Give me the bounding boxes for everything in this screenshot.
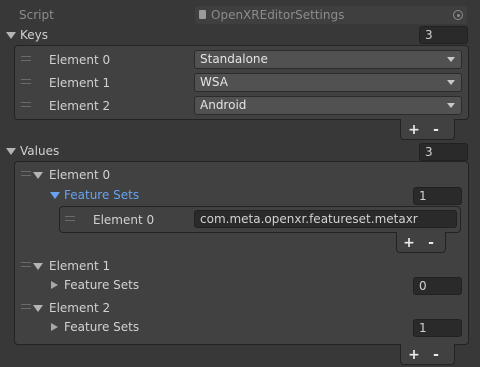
feature-sets-size-field[interactable]: 0: [413, 277, 462, 295]
values-label: Values: [20, 144, 60, 158]
script-object-field[interactable]: OpenXREditorSettings: [195, 6, 467, 24]
drag-handle-icon[interactable]: [21, 79, 31, 84]
values-foldout-arrow-icon[interactable]: [6, 148, 16, 155]
values-add-button[interactable]: +: [407, 348, 421, 362]
drag-handle-icon[interactable]: [65, 216, 75, 221]
feature-sets-size-field[interactable]: 1: [413, 187, 462, 205]
dropdown-arrow-icon: [447, 57, 455, 62]
dropdown-arrow-icon: [447, 103, 455, 108]
dropdown-value: Standalone: [200, 52, 268, 66]
script-label: Script: [19, 8, 54, 22]
feature-sets-remove-button[interactable]: -: [424, 236, 438, 250]
keys-label: Keys: [20, 28, 49, 42]
values-size-field[interactable]: 3: [419, 143, 468, 161]
element-1-foldout-arrow-icon[interactable]: [33, 263, 43, 270]
script-file-icon: [199, 10, 206, 19]
keys-element-0-dropdown[interactable]: Standalone: [194, 50, 462, 69]
dropdown-arrow-icon: [447, 80, 455, 85]
values-list-footer: + -: [400, 344, 455, 365]
feature-sets-label: Feature Sets: [64, 320, 140, 334]
keys-element-1-label: Element 1: [49, 76, 111, 90]
feature-sets-collapsed-arrow-icon[interactable]: [51, 281, 58, 289]
values-element-0-label: Element 0: [49, 168, 111, 182]
keys-list-footer: + -: [400, 119, 455, 140]
values-element-1-label: Element 1: [49, 259, 111, 273]
drag-handle-icon[interactable]: [21, 56, 31, 61]
drag-handle-icon[interactable]: [21, 304, 31, 309]
dropdown-value: Android: [200, 98, 247, 112]
keys-remove-button[interactable]: -: [429, 123, 443, 137]
values-element-2-label: Element 2: [49, 301, 111, 315]
feature-sets-label: Feature Sets: [64, 188, 140, 202]
keys-size-field[interactable]: 3: [419, 26, 468, 44]
drag-handle-icon[interactable]: [21, 102, 31, 107]
feature-sets-collapsed-arrow-icon[interactable]: [51, 323, 58, 331]
drag-handle-icon[interactable]: [21, 262, 31, 267]
feature-sets-size-field[interactable]: 1: [413, 319, 462, 337]
keys-foldout-arrow-icon[interactable]: [6, 32, 16, 39]
feature-set-element-0-field[interactable]: com.meta.openxr.featureset.metaxr: [194, 210, 457, 228]
keys-add-button[interactable]: +: [407, 123, 421, 137]
script-object-name: OpenXREditorSettings: [211, 8, 345, 22]
dropdown-value: WSA: [200, 75, 228, 89]
values-remove-button[interactable]: -: [429, 348, 443, 362]
feature-sets-label: Feature Sets: [64, 278, 140, 292]
feature-sets-add-button[interactable]: +: [402, 236, 416, 250]
keys-element-2-dropdown[interactable]: Android: [194, 96, 462, 115]
feature-sets-list-footer: + -: [396, 232, 446, 253]
element-2-foldout-arrow-icon[interactable]: [33, 305, 43, 312]
object-picker-icon[interactable]: [453, 10, 463, 20]
keys-element-1-dropdown[interactable]: WSA: [194, 73, 462, 92]
feature-sets-foldout-arrow-icon[interactable]: [50, 192, 60, 199]
drag-handle-icon[interactable]: [21, 171, 31, 176]
keys-element-2-label: Element 2: [49, 99, 111, 113]
element-0-foldout-arrow-icon[interactable]: [33, 172, 43, 179]
feature-set-element-0-label: Element 0: [93, 213, 155, 227]
keys-element-0-label: Element 0: [49, 53, 111, 67]
